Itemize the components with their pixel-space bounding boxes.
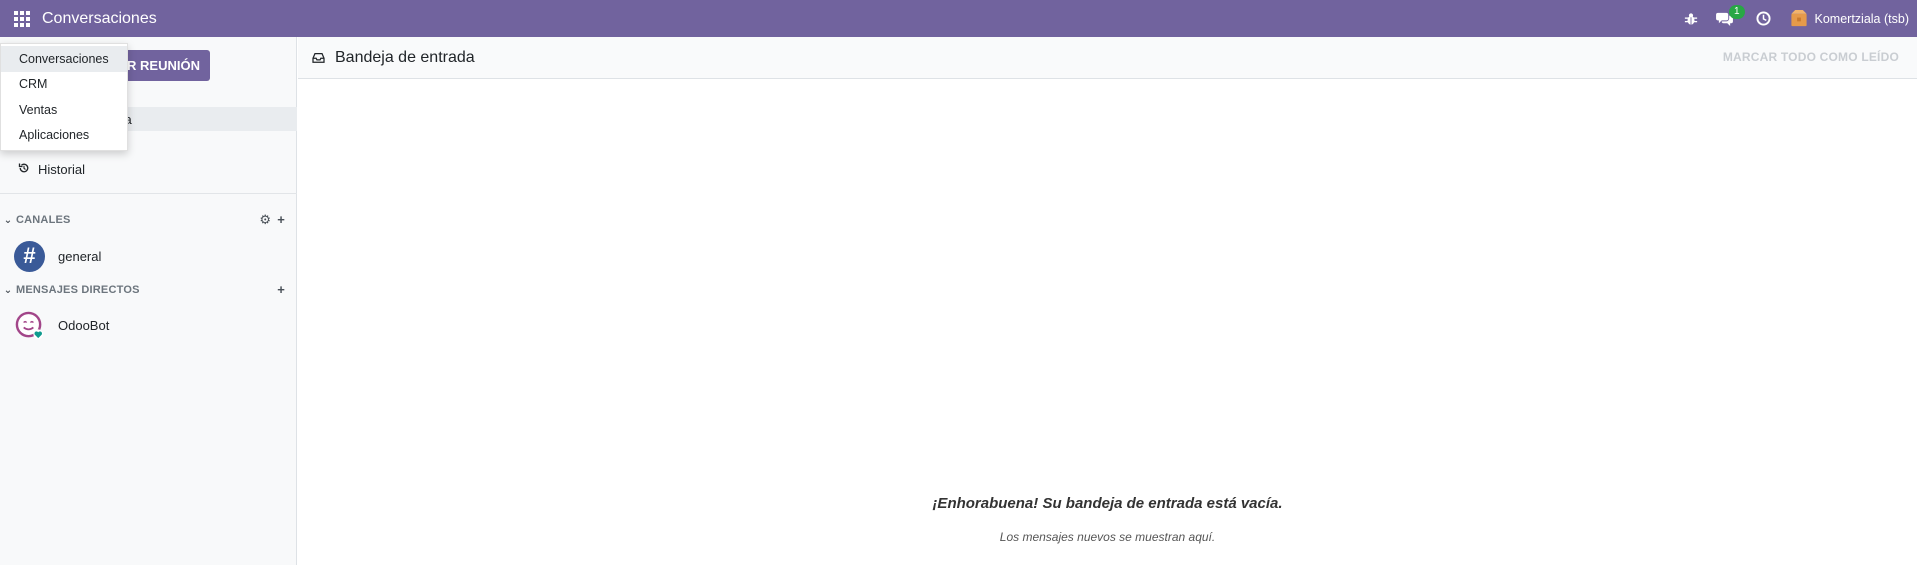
sidebar-item-label: Historial [38, 161, 85, 177]
menu-item-ventas[interactable]: Ventas [1, 97, 127, 123]
systray: 1 Komertziala (tsb) [1675, 0, 1917, 37]
hashtag-icon: # [14, 240, 45, 272]
page-title: Bandeja de entrada [335, 48, 475, 66]
clock-icon [1755, 11, 1771, 26]
sidebar-item-history[interactable]: Historial [0, 157, 297, 181]
debug-button[interactable] [1675, 0, 1707, 37]
top-navbar: Conversaciones 1 Komertziala (tsb) [0, 0, 1917, 37]
messaging-menu-button[interactable]: 1 [1707, 0, 1747, 37]
chevron-down-icon[interactable]: ⌄ [0, 215, 16, 226]
notification-badge: 1 [1728, 5, 1745, 19]
bug-icon [1684, 12, 1697, 25]
channels-header: CANALES [16, 214, 71, 226]
inbox-icon [312, 52, 325, 63]
apps-grid-icon[interactable] [0, 0, 43, 37]
channel-name: general [58, 248, 102, 264]
company-name: Komertziala (tsb) [1814, 11, 1909, 26]
gear-icon[interactable]: ⚙ [259, 212, 271, 228]
thread-header: Bandeja de entrada MARCAR TODO COMO LEÍD… [298, 37, 1917, 79]
chevron-down-icon[interactable]: ⌄ [0, 285, 16, 296]
channels-category[interactable]: ⌄ CANALES ⚙ + [0, 210, 297, 230]
company-switcher[interactable]: Komertziala (tsb) [1780, 0, 1917, 37]
company-icon [1790, 9, 1807, 27]
menu-item-conversaciones[interactable]: Conversaciones [1, 46, 127, 72]
empty-state-subtitle: Los mensajes nuevos se muestran aquí. [999, 530, 1216, 544]
direct-item-odoobot[interactable]: OdooBot [0, 308, 297, 342]
direct-messages-category[interactable]: ⌄ MENSAJES DIRECTOS + [0, 280, 297, 300]
app-title[interactable]: Conversaciones [42, 10, 157, 28]
history-icon [18, 162, 38, 177]
app-switcher-dropdown: Conversaciones CRM Ventas Aplicaciones [0, 43, 128, 151]
mark-all-read-button[interactable]: MARCAR TODO COMO LEÍDO [1723, 50, 1899, 64]
plus-icon[interactable]: + [277, 212, 285, 228]
empty-state-title: ¡Enhorabuena! Su bandeja de entrada está… [932, 495, 1283, 512]
direct-name: OdooBot [58, 317, 110, 333]
menu-item-crm[interactable]: CRM [1, 72, 127, 98]
activity-menu-button[interactable] [1747, 0, 1780, 37]
thread-view: Bandeja de entrada MARCAR TODO COMO LEÍD… [298, 37, 1917, 565]
channel-item-general[interactable]: # general [0, 239, 297, 273]
plus-icon[interactable]: + [277, 282, 285, 297]
odoobot-avatar [14, 310, 45, 341]
menu-item-aplicaciones[interactable]: Aplicaciones [1, 123, 127, 149]
direct-messages-header: MENSAJES DIRECTOS [16, 284, 140, 296]
divider [0, 193, 297, 194]
